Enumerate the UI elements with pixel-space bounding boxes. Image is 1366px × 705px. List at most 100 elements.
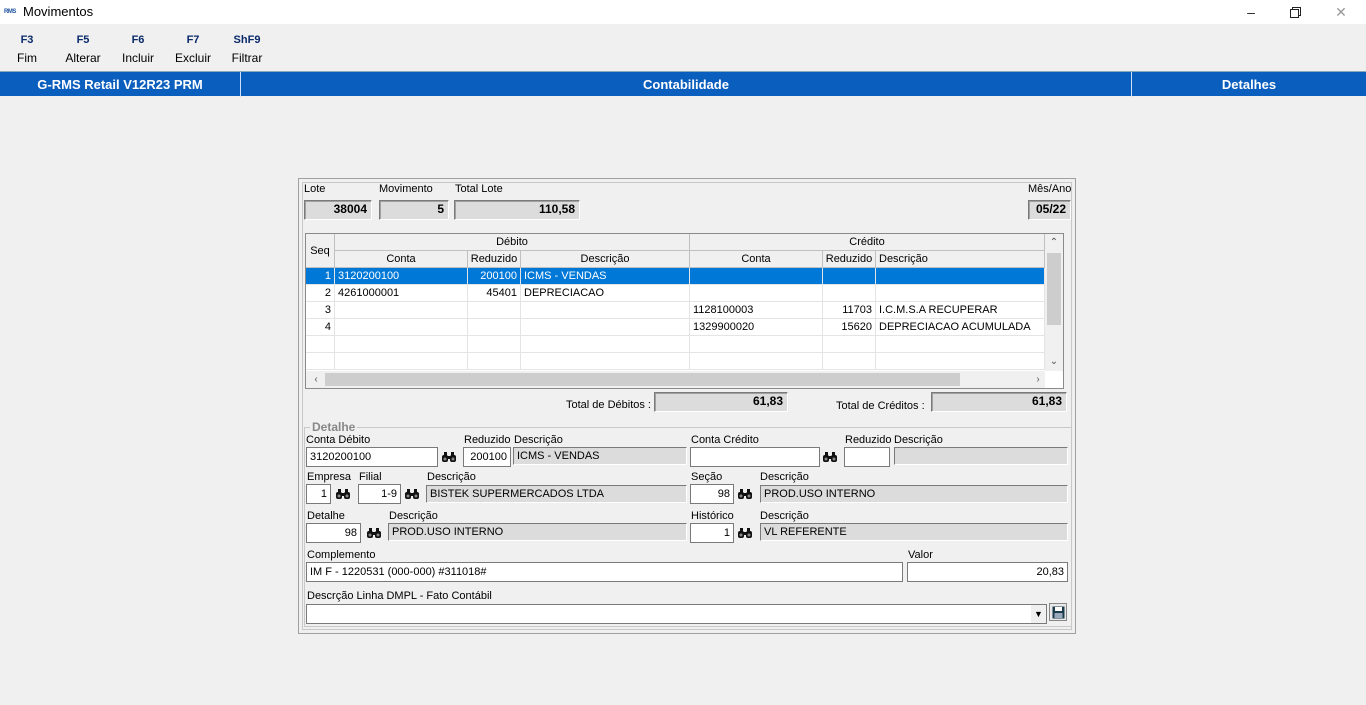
- descricao-empresa-label: Descrição: [427, 471, 476, 483]
- detalhes-title: Detalhes: [1221, 77, 1277, 92]
- empty-cell[interactable]: [690, 353, 823, 370]
- save-icon[interactable]: [1049, 603, 1067, 621]
- reduzido-debito-label: Reduzido: [464, 434, 511, 446]
- row-debito-descricao[interactable]: [521, 302, 690, 319]
- descricao-empresa-field: BISTEK SUPERMERCADOS LTDA: [426, 485, 687, 503]
- fkey-label: F6: [131, 34, 145, 46]
- toolbar-fim-button[interactable]: F3 Fim: [12, 31, 42, 67]
- empty-cell[interactable]: [468, 336, 521, 353]
- row-credito-conta[interactable]: [690, 268, 823, 285]
- binoculars-icon[interactable]: [333, 484, 353, 504]
- scroll-left-icon[interactable]: ‹: [308, 372, 324, 388]
- chevron-down-icon[interactable]: ▼: [1031, 605, 1046, 623]
- row-debito-reduzido[interactable]: [468, 319, 521, 336]
- row-debito-reduzido[interactable]: [468, 302, 521, 319]
- binoculars-icon[interactable]: [735, 523, 755, 543]
- secao-field[interactable]: 98: [690, 484, 734, 504]
- row-debito-conta[interactable]: [335, 319, 468, 336]
- fkey-label: F3: [20, 34, 34, 46]
- row-debito-descricao[interactable]: DEPRECIACAO: [521, 285, 690, 302]
- row-debito-descricao[interactable]: ICMS - VENDAS: [521, 268, 690, 285]
- mes-ano-label: Mês/Ano: [1028, 183, 1072, 195]
- empty-cell[interactable]: [876, 336, 1045, 353]
- row-debito-conta[interactable]: 4261000001: [335, 285, 468, 302]
- row-credito-descricao[interactable]: I.C.M.S.A RECUPERAR: [876, 302, 1045, 319]
- binoculars-icon[interactable]: [364, 523, 384, 543]
- horizontal-scroll-thumb[interactable]: [325, 373, 960, 386]
- detalhe-field[interactable]: 98: [306, 523, 361, 543]
- empty-cell[interactable]: [823, 336, 876, 353]
- close-icon[interactable]: ✕: [1318, 0, 1364, 24]
- scroll-down-icon[interactable]: ⌄: [1046, 354, 1062, 370]
- row-credito-descricao[interactable]: [876, 268, 1045, 285]
- row-credito-conta[interactable]: 1128100003: [690, 302, 823, 319]
- row-debito-reduzido[interactable]: 45401: [468, 285, 521, 302]
- valor-field[interactable]: 20,83: [907, 562, 1068, 582]
- empresa-field[interactable]: 1: [306, 484, 331, 504]
- toolbar-alterar-button[interactable]: F5 Alterar: [62, 31, 104, 67]
- row-credito-reduzido[interactable]: 11703: [823, 302, 876, 319]
- row-debito-conta[interactable]: 3120200100: [335, 268, 468, 285]
- window-title: Movimentos: [23, 4, 94, 19]
- empty-cell[interactable]: [876, 353, 1045, 370]
- movimento-value: 5: [379, 200, 449, 220]
- row-seq[interactable]: 4: [306, 319, 335, 336]
- debito-header: Débito: [335, 234, 690, 251]
- empty-cell[interactable]: [306, 336, 335, 353]
- mes-ano-value: 05/22: [1028, 200, 1071, 220]
- fkey-action: Filtrar: [231, 51, 263, 65]
- fkey-label: F5: [76, 34, 90, 46]
- empty-cell[interactable]: [306, 353, 335, 370]
- row-seq[interactable]: 1: [306, 268, 335, 285]
- toolbar-incluir-button[interactable]: F6 Incluir: [118, 31, 158, 67]
- row-credito-descricao[interactable]: DEPRECIACAO ACUMULADA: [876, 319, 1045, 336]
- row-debito-conta[interactable]: [335, 302, 468, 319]
- restore-icon[interactable]: [1272, 0, 1318, 24]
- binoculars-icon[interactable]: [402, 484, 422, 504]
- descricao-secao-field: PROD.USO INTERNO: [760, 485, 1068, 503]
- empty-cell[interactable]: [690, 336, 823, 353]
- toolbar-excluir-button[interactable]: F7 Excluir: [172, 31, 214, 67]
- empty-cell[interactable]: [335, 336, 468, 353]
- binoculars-icon[interactable]: [820, 447, 840, 467]
- row-credito-conta[interactable]: 1329900020: [690, 319, 823, 336]
- empty-cell[interactable]: [521, 353, 690, 370]
- row-credito-reduzido[interactable]: 15620: [823, 319, 876, 336]
- row-debito-reduzido[interactable]: 200100: [468, 268, 521, 285]
- fkey-action: Incluir: [121, 51, 154, 65]
- scroll-right-icon[interactable]: ›: [1030, 372, 1046, 388]
- scroll-up-icon[interactable]: ⌃: [1046, 235, 1062, 251]
- row-debito-descricao[interactable]: [521, 319, 690, 336]
- conta-debito-field[interactable]: 3120200100: [306, 447, 438, 467]
- total-debitos-label: Total de Débitos :: [566, 399, 651, 411]
- credito-conta-header: Conta: [690, 251, 823, 268]
- row-credito-conta[interactable]: [690, 285, 823, 302]
- empty-cell[interactable]: [521, 336, 690, 353]
- row-credito-reduzido[interactable]: [823, 268, 876, 285]
- row-seq[interactable]: 2: [306, 285, 335, 302]
- empty-cell[interactable]: [335, 353, 468, 370]
- minimize-icon[interactable]: –: [1228, 0, 1274, 24]
- descricao-detalhe-field: PROD.USO INTERNO: [388, 523, 687, 541]
- reduzido-credito-field[interactable]: [844, 447, 890, 467]
- binoculars-icon[interactable]: [439, 447, 459, 467]
- title-bar: RMS Movimentos – ✕: [0, 0, 1366, 24]
- row-credito-reduzido[interactable]: [823, 285, 876, 302]
- row-seq[interactable]: 3: [306, 302, 335, 319]
- row-credito-descricao[interactable]: [876, 285, 1045, 302]
- dmpl-select[interactable]: [306, 604, 1047, 624]
- empty-cell[interactable]: [823, 353, 876, 370]
- debito-conta-header: Conta: [335, 251, 468, 268]
- complemento-label: Complemento: [307, 549, 376, 561]
- movimentos-grid[interactable]: Seq Débito Crédito Conta Reduzido Descri…: [305, 233, 1064, 389]
- reduzido-debito-field[interactable]: 200100: [463, 447, 511, 467]
- complemento-field[interactable]: IM F - 1220531 (000-000) #311018#: [306, 562, 903, 582]
- filial-field[interactable]: 1-9: [358, 484, 401, 504]
- empty-cell[interactable]: [468, 353, 521, 370]
- descricao-debito-field: ICMS - VENDAS: [513, 447, 687, 465]
- vertical-scroll-thumb[interactable]: [1047, 253, 1061, 325]
- historico-field[interactable]: 1: [690, 523, 734, 543]
- toolbar-filtrar-button[interactable]: ShF9 Filtrar: [228, 31, 266, 67]
- binoculars-icon[interactable]: [735, 484, 755, 504]
- conta-credito-field[interactable]: [690, 447, 820, 467]
